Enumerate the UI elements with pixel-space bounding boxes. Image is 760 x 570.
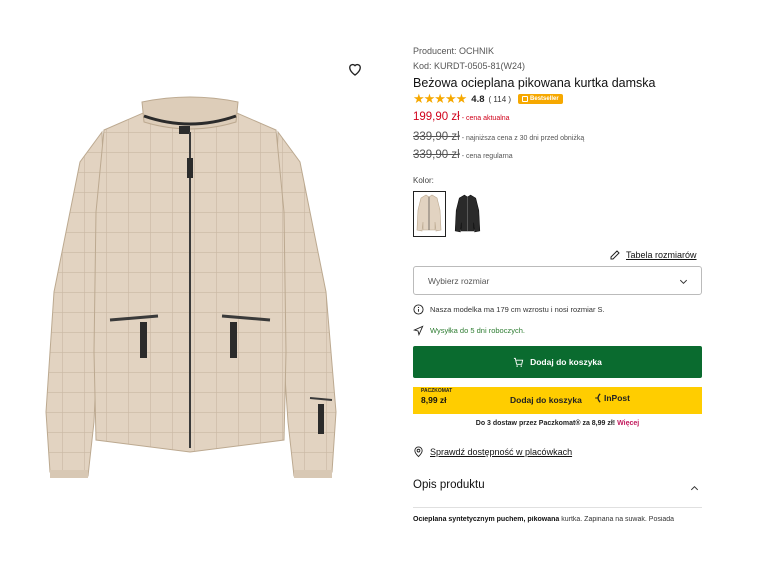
product-info: Producent: OCHNIK Kod: KURDT-0505-81(W24…	[413, 0, 703, 570]
description-toggle[interactable]: Opis produktu	[413, 479, 702, 497]
color-swatch-beige[interactable]	[413, 191, 446, 237]
price-lowest: 339,90 zł - najniższa cena z 30 dni przed…	[413, 131, 584, 143]
badge-label: Bestseller	[530, 96, 559, 102]
size-select[interactable]: Wybierz rozmiar	[413, 266, 702, 295]
product-gallery	[0, 0, 400, 570]
size-table-link[interactable]: Tabela rozmiarów	[609, 247, 697, 263]
delivery-more-link[interactable]: Więcej	[617, 420, 639, 427]
rating[interactable]: ★★★★★ 4.8 ( 114 ) Bestseller	[413, 92, 563, 106]
inpost-logo-icon	[595, 393, 601, 403]
description-text: Ocieplana syntetycznym puchem, pikowana …	[413, 516, 702, 523]
price-current-value: 199,90 zł	[413, 111, 460, 123]
rating-value: 4.8	[471, 93, 485, 105]
badge-icon	[522, 96, 529, 102]
cart-icon	[514, 357, 524, 367]
send-icon	[413, 324, 424, 336]
price-current-label: - cena aktualna	[461, 115, 510, 122]
color-swatch-black[interactable]	[451, 191, 484, 237]
store-availability-link[interactable]: Sprawdź dostępność w placówkach	[413, 444, 572, 460]
price-regular-value: 339,90 zł	[413, 149, 460, 161]
swatch-image-beige	[416, 194, 442, 232]
chevron-down-icon	[679, 279, 688, 284]
divider	[413, 507, 702, 508]
product-title: Beżowa ocieplana pikowana kurtka damska	[413, 76, 656, 90]
model-note: Nasza modelka ma 179 cm wzrostu i nosi r…	[413, 302, 605, 316]
paczkomat-price-tag: PACZKOMAT 8,99 zł	[421, 389, 459, 411]
model-note-text: Nasza modelka ma 179 cm wzrostu i nosi r…	[430, 304, 605, 314]
product-code: Kod: KURDT-0505-81(W24)	[413, 61, 526, 71]
description-bold: Ocieplana syntetycznym puchem, pikowana	[413, 516, 560, 523]
color-label: Kolor:	[413, 176, 434, 185]
rating-stars: ★★★★★	[413, 91, 467, 106]
pencil-ruler-icon	[610, 250, 620, 260]
delivery-text: Do 3 dostaw przez Paczkomat® za 8,99 zł!	[475, 420, 616, 427]
price-regular-label: - cena regularna	[461, 153, 513, 160]
paczkomat-label: PACZKOMAT	[421, 388, 453, 394]
price-lowest-value: 339,90 zł	[413, 131, 460, 143]
swatch-image-black	[454, 194, 481, 233]
description-rest: kurtka. Zapinana na suwak. Posiada	[559, 516, 675, 523]
price-current: 199,90 zł - cena aktualna	[413, 111, 510, 123]
inpost-logo: InPost	[594, 393, 630, 403]
chevron-up-icon	[690, 486, 699, 491]
add-to-cart-label: Dodaj do koszyka	[530, 357, 602, 367]
store-availability-label: Sprawdź dostępność w placówkach	[430, 447, 573, 457]
heart-icon[interactable]	[346, 60, 364, 78]
inpost-logo-text: InPost	[604, 393, 630, 403]
add-to-cart-button[interactable]: Dodaj do koszyka	[413, 346, 702, 378]
size-placeholder: Wybierz rozmiar	[428, 275, 490, 286]
price-regular: 339,90 zł - cena regularna	[413, 149, 513, 161]
inpost-add-button[interactable]: PACZKOMAT 8,99 zł Dodaj do koszyka InPos…	[413, 387, 702, 414]
bestseller-badge: Bestseller	[518, 94, 563, 104]
delivery-info: Do 3 dostaw przez Paczkomat® za 8,99 zł!…	[413, 420, 702, 427]
location-pin-icon	[414, 446, 423, 458]
inpost-add-label: Dodaj do koszyka	[510, 395, 582, 405]
description-heading: Opis produktu	[413, 479, 485, 491]
info-icon	[413, 303, 424, 315]
rating-count: ( 114 )	[488, 94, 512, 104]
producer: Producent: OCHNIK	[413, 46, 495, 56]
product-image-jacket[interactable]	[40, 92, 340, 512]
shipping-note-text: Wysyłka do 5 dni roboczych.	[430, 325, 525, 335]
shipping-note: Wysyłka do 5 dni roboczych.	[413, 323, 525, 337]
price-lowest-label: - najniższa cena z 30 dni przed obniżką	[461, 135, 585, 142]
paczkomat-price: 8,99 zł	[421, 395, 447, 405]
size-table-label: Tabela rozmiarów	[626, 250, 697, 260]
